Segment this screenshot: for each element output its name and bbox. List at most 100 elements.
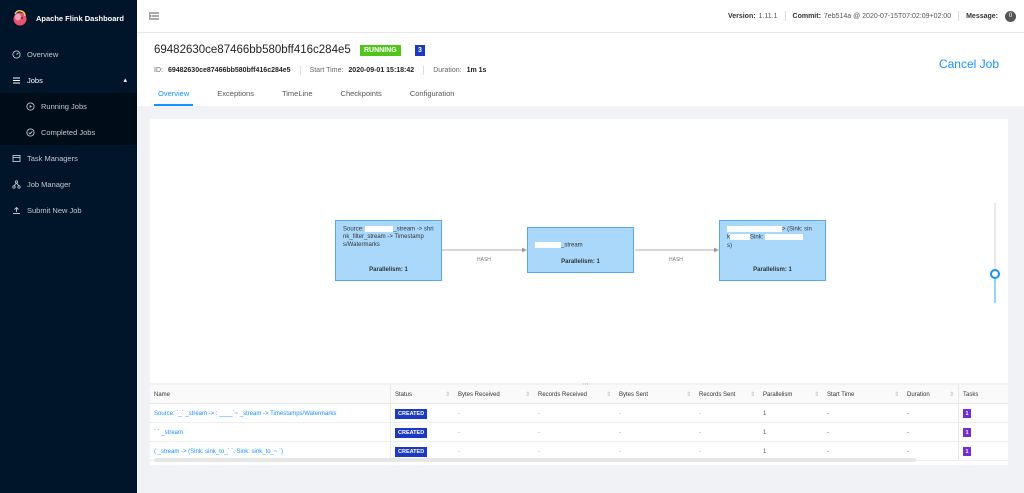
graph-node-sink[interactable]: > (Sink: sin k Sink: s) Parallelism: 1 xyxy=(719,220,826,281)
id-value: 69482630ce87466bb580bff416c284e5 xyxy=(167,67,291,74)
menu-fold-icon[interactable] xyxy=(149,12,159,20)
tab-timeline[interactable]: TimeLine xyxy=(278,85,317,106)
task-count-badge: 1 xyxy=(963,428,971,437)
redaction xyxy=(765,234,804,241)
commit-label: Commit: xyxy=(792,12,821,20)
vertex-name-link[interactable]: ( _stream -> (Sink: sink_to_` `, Sink: s… xyxy=(154,449,283,455)
node-text: > (Sink: sin k Sink: s) xyxy=(727,226,812,249)
tab-bar: Overview Exceptions TimeLine Checkpoints… xyxy=(154,85,478,106)
bytes-sent: - xyxy=(619,410,621,417)
edge-label: HASH xyxy=(669,257,683,263)
edge-label: HASH xyxy=(477,257,491,263)
zoom-slider-track xyxy=(994,275,996,303)
sidebar-item-label: Job Manager xyxy=(27,179,71,189)
sidebar-item-label: Submit New Job xyxy=(27,205,82,215)
graph-node-filter[interactable]: _stream Parallelism: 1 xyxy=(527,227,634,273)
sidebar-item-label: Completed Jobs xyxy=(41,127,96,137)
node-parallelism: Parallelism: 1 xyxy=(753,267,792,274)
table-header-row: Name Status Bytes Received Records Recei… xyxy=(150,385,1008,404)
divider xyxy=(958,11,960,21)
tab-overview[interactable]: Overview xyxy=(154,85,194,106)
start-time: - xyxy=(827,410,829,417)
sidebar-item-overview[interactable]: Overview xyxy=(0,41,137,67)
chevron-up-icon: ▴ xyxy=(123,77,127,84)
duration-value: 1m 1s xyxy=(466,67,487,74)
tab-exceptions[interactable]: Exceptions xyxy=(213,85,258,106)
table-row[interactable]: ` ` _stream CREATED - - - - 1 - - 1 xyxy=(150,423,1008,442)
column-header-records-received[interactable]: Records Received xyxy=(534,385,615,404)
play-circle-icon xyxy=(26,101,35,111)
column-header-bytes-received[interactable]: Bytes Received xyxy=(454,385,534,404)
sidebar-item-job-manager[interactable]: Job Manager xyxy=(0,171,137,197)
column-header-bytes-sent[interactable]: Bytes Sent xyxy=(615,385,695,404)
vertex-name-link[interactable]: Source: `_` _stream -> : ____`~ _stream … xyxy=(154,411,336,417)
sidebar-item-label: Overview xyxy=(27,49,59,59)
job-info: ID: 69482630ce87466bb580bff416c284e5 Sta… xyxy=(154,66,486,75)
version-value: 1.11.1 xyxy=(758,12,778,20)
records-sent: - xyxy=(699,429,701,436)
tab-checkpoints[interactable]: Checkpoints xyxy=(337,85,386,106)
node-parallelism: Parallelism: 1 xyxy=(561,259,600,266)
job-header: 69482630ce87466bb580bff416c284e5 RUNNING… xyxy=(137,33,1024,106)
cancel-job-button[interactable]: Cancel Job xyxy=(939,57,999,71)
brand[interactable]: Apache Flink Dashboard xyxy=(0,0,137,36)
status-badge: CREATED xyxy=(395,427,428,438)
horizontal-scrollbar[interactable] xyxy=(154,458,916,462)
dashboard-icon xyxy=(12,49,21,59)
sidebar-item-label: Jobs xyxy=(27,75,43,85)
graph-node-source[interactable]: Source: _stream -> shri nk_filter_stream… xyxy=(335,220,442,281)
status-badge: CREATED xyxy=(395,446,428,457)
column-header-start-time[interactable]: Start Time xyxy=(823,385,903,404)
task-count-badge: 3 xyxy=(415,45,425,56)
node-parallelism: Parallelism: 1 xyxy=(369,267,408,274)
column-header-status[interactable]: Status xyxy=(390,385,454,404)
duration-label: Duration: xyxy=(433,67,462,74)
divider xyxy=(784,11,786,21)
sidebar-item-jobs[interactable]: Jobs ▴ xyxy=(0,67,137,93)
sidebar-item-task-managers[interactable]: Task Managers xyxy=(0,145,137,171)
version-info: Version: 1.11.1 Commit: 7eb514a @ 2020-0… xyxy=(727,10,1024,22)
bytes-received: - xyxy=(458,410,460,417)
flink-squirrel-logo-icon xyxy=(13,10,27,26)
column-header-duration[interactable]: Duration xyxy=(903,385,958,404)
parallelism: 1 xyxy=(763,410,767,417)
sidebar-item-completed-jobs[interactable]: Completed Jobs xyxy=(0,119,137,145)
status-badge: CREATED xyxy=(395,408,428,419)
duration: - xyxy=(907,410,909,417)
zoom-slider[interactable] xyxy=(990,203,1000,303)
column-header-records-sent[interactable]: Records Sent xyxy=(695,385,759,404)
redaction xyxy=(535,242,561,248)
job-graph-canvas[interactable]: HASH HASH Source: _stream -> shri nk_fil… xyxy=(150,119,1008,383)
list-icon xyxy=(12,76,21,85)
message-count-badge[interactable]: 0 xyxy=(1005,10,1016,22)
message-label: Message: xyxy=(966,12,998,20)
column-header-parallelism[interactable]: Parallelism xyxy=(759,385,823,404)
job-title: 69482630ce87466bb580bff416c284e5 xyxy=(154,44,351,56)
vertex-name-link[interactable]: ` ` _stream xyxy=(154,430,183,436)
schedule-icon xyxy=(12,154,21,163)
node-text: Source: _stream -> shri nk_filter_stream… xyxy=(343,226,434,249)
zoom-slider-handle[interactable] xyxy=(990,269,1000,279)
id-label: ID: xyxy=(154,67,163,74)
vertices-table: Name Status Bytes Received Records Recei… xyxy=(150,385,1008,465)
tab-configuration[interactable]: Configuration xyxy=(406,85,459,106)
sidebar-item-label: Running Jobs xyxy=(41,101,87,111)
divider xyxy=(299,66,301,75)
upload-icon xyxy=(12,206,21,215)
task-count-badge: 1 xyxy=(963,409,971,418)
table-row[interactable]: Source: `_` _stream -> : ____`~ _stream … xyxy=(150,404,1008,423)
version-label: Version: xyxy=(727,12,756,20)
sidebar-item-submit-new-job[interactable]: Submit New Job xyxy=(0,197,137,223)
sidebar: Apache Flink Dashboard Overview Jobs ▴ R… xyxy=(0,0,137,493)
column-header-tasks: Tasks xyxy=(958,385,1008,404)
bytes-sent: - xyxy=(619,429,621,436)
column-header-name: Name xyxy=(154,391,171,398)
node-text: _stream xyxy=(535,242,626,250)
records-received: - xyxy=(538,429,540,436)
records-sent: - xyxy=(699,410,701,417)
sidebar-item-label: Task Managers xyxy=(27,153,78,163)
sidebar-item-running-jobs[interactable]: Running Jobs xyxy=(0,93,137,119)
check-circle-icon xyxy=(26,127,35,137)
redaction xyxy=(727,226,782,232)
bytes-received: - xyxy=(458,429,460,436)
